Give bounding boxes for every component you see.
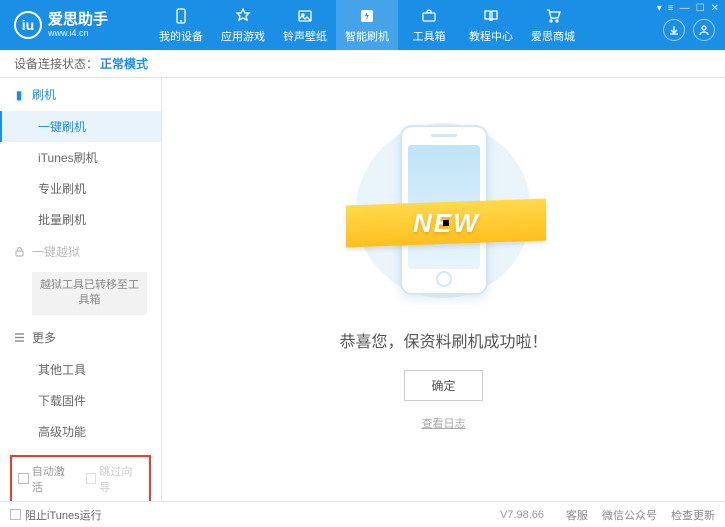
status-bar: 设备连接状态： 正常模式 — [0, 50, 725, 78]
footer-right: V7.98.66 客服 微信公众号 检查更新 — [500, 507, 715, 523]
sidebar-head-flash[interactable]: ▮ 刷机 — [0, 78, 161, 111]
new-ribbon: NEW — [346, 199, 546, 248]
flash-icon — [358, 7, 376, 25]
logo-area: iu 爱思助手 www.i4.cn — [0, 11, 150, 39]
nav-apps-games[interactable]: 应用游戏 — [212, 0, 274, 50]
footer-link-update[interactable]: 检查更新 — [671, 507, 715, 523]
version-label: V7.98.66 — [500, 509, 544, 521]
footer-left: 阻止iTunes运行 — [10, 507, 102, 523]
body: ▮ 刷机 一键刷机 iTunes刷机 专业刷机 批量刷机 一键越狱 越狱工具已转… — [0, 78, 725, 501]
footer-link-wechat[interactable]: 微信公众号 — [602, 507, 657, 523]
checkbox-block-itunes[interactable]: 阻止iTunes运行 — [10, 507, 102, 523]
app-header: ▾ ≡ — ☐ ✕ iu 爱思助手 www.i4.cn 我的设备 应用游戏 铃声… — [0, 0, 725, 50]
nav-tutorials[interactable]: 教程中心 — [460, 0, 522, 50]
image-icon — [296, 7, 314, 25]
sidebar-item-other-tools[interactable]: 其他工具 — [0, 354, 161, 385]
checkbox-skip-guide: 跳过向导 — [86, 463, 144, 495]
sidebar-item-download-firmware[interactable]: 下载固件 — [0, 385, 161, 416]
sidebar-item-advanced[interactable]: 高级功能 — [0, 416, 161, 447]
lock-icon — [12, 246, 26, 257]
nav-ringtones[interactable]: 铃声壁纸 — [274, 0, 336, 50]
nav-my-device[interactable]: 我的设备 — [150, 0, 212, 50]
header-right — [663, 0, 715, 50]
nav-smart-flash[interactable]: 智能刷机 — [336, 0, 398, 50]
sidebar-item-batch-flash[interactable]: 批量刷机 — [0, 204, 161, 235]
checkbox-auto-activate[interactable]: 自动激活 — [18, 463, 76, 495]
footer-link-support[interactable]: 客服 — [566, 507, 588, 523]
nav-toolbox[interactable]: 工具箱 — [398, 0, 460, 50]
sidebar-item-pro-flash[interactable]: 专业刷机 — [0, 173, 161, 204]
phone-small-icon: ▮ — [12, 88, 26, 102]
list-icon — [12, 332, 26, 343]
phone-icon — [172, 7, 190, 25]
sidebar-item-oneclick-flash[interactable]: 一键刷机 — [0, 111, 161, 142]
user-button[interactable] — [693, 19, 715, 41]
view-log-link[interactable]: 查看日志 — [422, 415, 466, 431]
app-name: 爱思助手 — [48, 12, 108, 27]
sidebar: ▮ 刷机 一键刷机 iTunes刷机 专业刷机 批量刷机 一键越狱 越狱工具已转… — [0, 78, 162, 501]
status-label: 设备连接状态： — [14, 55, 98, 72]
app-icon — [234, 7, 252, 25]
footer: 阻止iTunes运行 V7.98.66 客服 微信公众号 检查更新 — [0, 501, 725, 527]
app-url: www.i4.cn — [48, 29, 108, 38]
book-icon — [482, 7, 500, 25]
sidebar-head-jailbreak: 一键越狱 — [0, 235, 161, 268]
main-content: NEW 恭喜您，保资料刷机成功啦！ 确定 查看日志 — [162, 78, 725, 501]
success-message: 恭喜您，保资料刷机成功啦！ — [339, 328, 547, 352]
success-illustration: NEW — [334, 110, 554, 310]
ok-button[interactable]: 确定 — [404, 370, 482, 401]
jailbreak-note: 越狱工具已转移至工具箱 — [32, 272, 147, 315]
toolbox-icon — [420, 7, 438, 25]
menu-icon[interactable]: ▾ — [657, 3, 662, 14]
sidebar-item-itunes-flash[interactable]: iTunes刷机 — [0, 142, 161, 173]
download-button[interactable] — [663, 19, 685, 41]
status-mode: 正常模式 — [100, 55, 148, 72]
top-nav: 我的设备 应用游戏 铃声壁纸 智能刷机 工具箱 教程中心 爱思商城 — [150, 0, 584, 50]
logo-icon: iu — [14, 11, 42, 39]
nav-store[interactable]: 爱思商城 — [522, 0, 584, 50]
sidebar-head-more[interactable]: 更多 — [0, 321, 161, 354]
options-highlight-box: 自动激活 跳过向导 — [10, 455, 151, 501]
cart-icon — [544, 7, 562, 25]
